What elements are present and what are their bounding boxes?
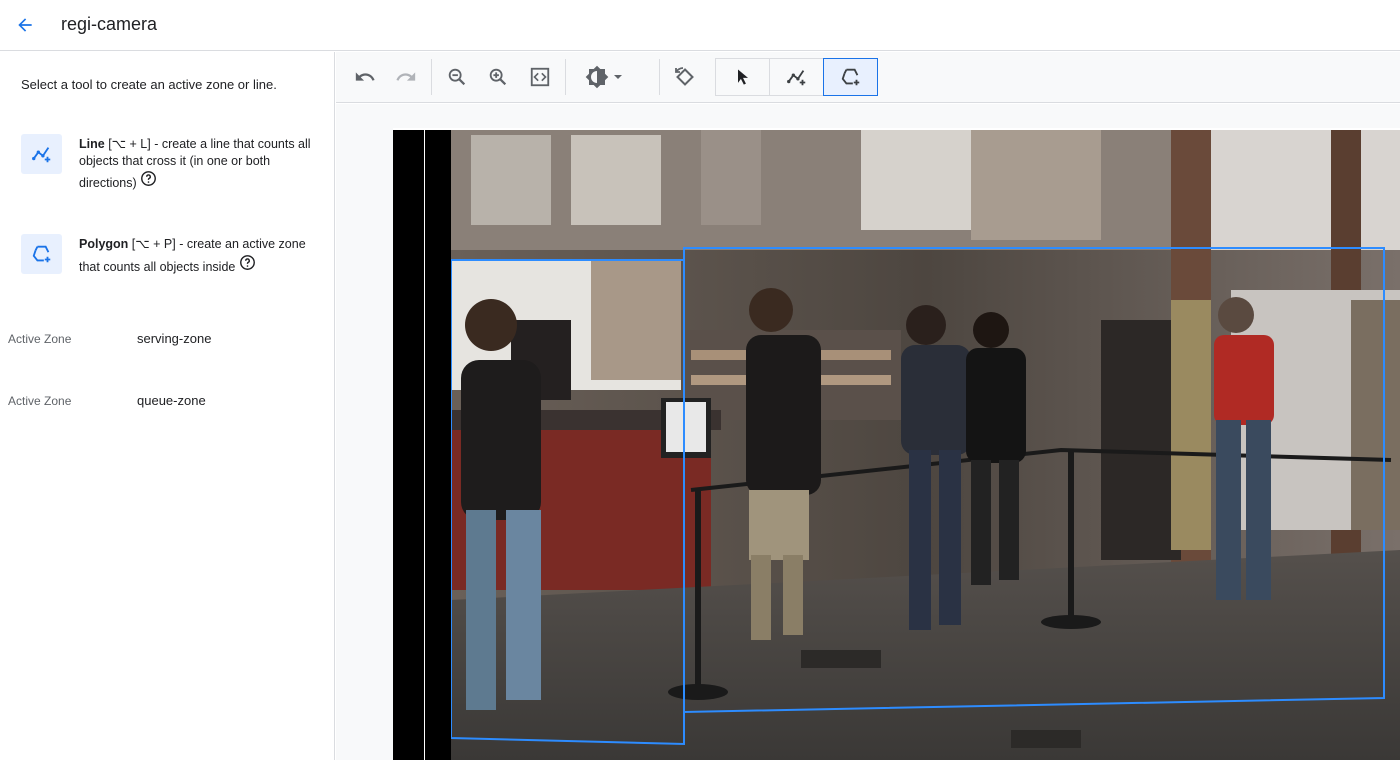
zoom-in-button[interactable] bbox=[479, 58, 517, 96]
toolbar-divider bbox=[659, 59, 660, 95]
line-tool-name: Line bbox=[79, 137, 105, 151]
line-tool-button[interactable] bbox=[21, 134, 62, 174]
fit-screen-button[interactable] bbox=[521, 58, 559, 96]
zone-row-serving[interactable]: Active Zone serving-zone bbox=[8, 331, 328, 352]
reset-rotation-button[interactable] bbox=[666, 58, 704, 96]
video-frame[interactable] bbox=[393, 128, 1400, 760]
brightness-dropdown[interactable] bbox=[579, 58, 629, 96]
polygon-help-icon[interactable] bbox=[239, 254, 256, 276]
zone-type-label: Active Zone bbox=[8, 332, 72, 346]
line-help-icon[interactable] bbox=[140, 170, 157, 192]
instruction-text: Select a tool to create an active zone o… bbox=[21, 77, 277, 92]
tool-side-panel: Select a tool to create an active zone o… bbox=[0, 52, 335, 760]
line-tool-card[interactable]: Line [⌥ + L] - create a line that counts… bbox=[21, 134, 321, 204]
drawing-mode-group bbox=[715, 58, 878, 96]
zoom-in-icon bbox=[489, 68, 507, 86]
fit-screen-icon bbox=[530, 67, 550, 87]
zone-name: queue-zone bbox=[137, 393, 206, 408]
line-mode-button[interactable] bbox=[769, 58, 824, 96]
reset-rotation-icon bbox=[675, 67, 694, 86]
frame-guide-line bbox=[424, 130, 425, 760]
zone-type-label: Active Zone bbox=[8, 394, 72, 408]
toolbar-divider bbox=[431, 59, 432, 95]
page-title: regi-camera bbox=[61, 14, 158, 34]
toolbar-divider bbox=[565, 59, 566, 95]
editor-toolbar bbox=[336, 52, 1400, 103]
line-tool-icon bbox=[31, 147, 50, 163]
select-pointer-icon bbox=[737, 69, 748, 85]
back-button[interactable] bbox=[8, 8, 42, 42]
polygon-tool-shortcut: [⌥ + P] bbox=[131, 237, 176, 251]
arrow-back-icon bbox=[18, 18, 32, 32]
redo-icon bbox=[396, 72, 416, 81]
redo-button[interactable] bbox=[387, 58, 425, 96]
zone-editor-canvas[interactable] bbox=[336, 104, 1400, 760]
undo-icon bbox=[355, 72, 375, 81]
zone-name: serving-zone bbox=[137, 331, 212, 346]
camera-snapshot[interactable] bbox=[451, 130, 1400, 760]
zoom-out-icon bbox=[448, 68, 466, 86]
undo-button[interactable] bbox=[346, 58, 384, 96]
polygon-tool-button[interactable] bbox=[21, 234, 62, 274]
polygon-tool-name: Polygon bbox=[79, 237, 129, 251]
zone-row-queue[interactable]: Active Zone queue-zone bbox=[8, 393, 328, 414]
brightness-icon bbox=[585, 65, 609, 89]
polygon-tool-card[interactable]: Polygon [⌥ + P] - create an active zone … bbox=[21, 234, 321, 289]
polygon-tool-description: Polygon [⌥ + P] - create an active zone … bbox=[79, 236, 311, 275]
polygon-tool-icon bbox=[32, 245, 50, 263]
app-header: regi-camera bbox=[0, 0, 1400, 51]
polygon-tool-icon bbox=[841, 68, 859, 86]
line-tool-icon bbox=[786, 70, 805, 86]
zoom-out-button[interactable] bbox=[438, 58, 476, 96]
dropdown-arrow-icon bbox=[614, 75, 622, 79]
line-tool-shortcut: [⌥ + L] bbox=[108, 137, 151, 151]
line-tool-description: Line [⌥ + L] - create a line that counts… bbox=[79, 136, 311, 192]
select-mode-button[interactable] bbox=[715, 58, 770, 96]
polygon-mode-button[interactable] bbox=[823, 58, 878, 96]
